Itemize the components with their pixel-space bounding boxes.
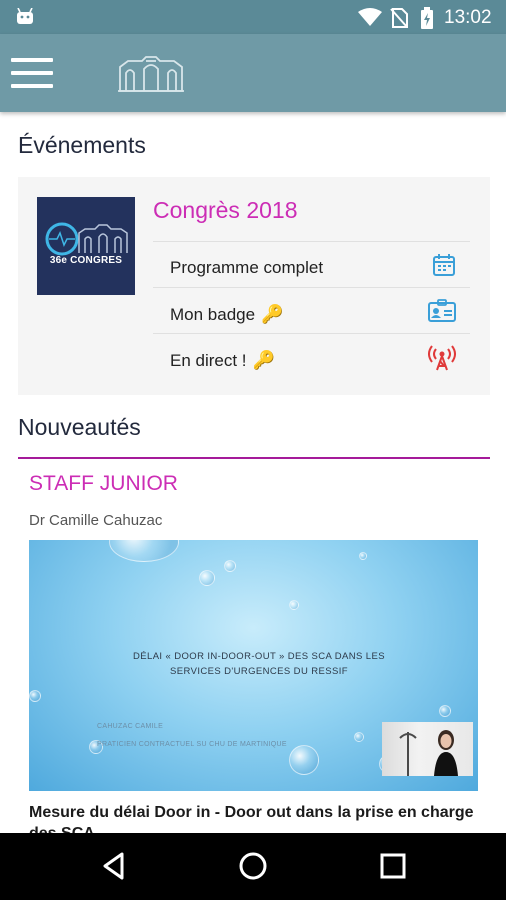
no-sim-icon [390, 8, 408, 28]
live-link-label: En direct ! [170, 351, 247, 370]
events-heading: Événements [18, 132, 146, 158]
program-link-label: Programme complet [170, 258, 324, 277]
home-button[interactable] [238, 851, 268, 881]
coat-rack-icon [399, 732, 417, 776]
thumbnail-caption: 36e CONGRES [49, 255, 123, 266]
status-bar: 13:02 [0, 0, 506, 34]
wifi-icon [358, 8, 382, 26]
slide-role: PRATICIEN CONTRACTUEL SU CHU DE MARTINIQ… [97, 741, 287, 748]
speaker-avatar [434, 730, 458, 776]
slide-author: CAHUZAC CAMILE [97, 723, 164, 730]
android-icon [17, 8, 33, 24]
news-divider [18, 457, 490, 459]
event-links: Programme complet Mon badge 🔑 En direct ! [153, 241, 470, 379]
live-link[interactable]: En direct ! 🔑 [153, 333, 470, 379]
hamburger-menu-icon[interactable] [11, 58, 53, 88]
recents-button[interactable] [380, 853, 406, 879]
building-logo[interactable] [116, 53, 186, 93]
event-title[interactable]: Congrès 2018 [153, 197, 298, 224]
calendar-icon [433, 254, 455, 276]
congress-thumbnail[interactable]: 36e CONGRES [37, 197, 135, 295]
app-bar [0, 34, 506, 112]
congress-logo-icon [45, 222, 128, 256]
slide-title-line1: DÉLAI « DOOR IN-DOOR-OUT » DES SCA DANS … [133, 651, 385, 662]
event-card[interactable]: 36e CONGRES Congrès 2018 Programme compl… [18, 177, 490, 395]
key-icon: 🔑 [252, 350, 275, 370]
key-icon: 🔑 [261, 304, 284, 324]
speaker-webcam [382, 722, 473, 776]
back-button[interactable] [100, 851, 128, 881]
badge-link[interactable]: Mon badge 🔑 [153, 287, 470, 333]
system-nav-bar [0, 833, 506, 900]
news-author: Dr Camille Cahuzac [29, 512, 163, 529]
slide-title-line2: SERVICES D'URGENCES DU RESSIF [170, 666, 348, 677]
battery-icon [421, 7, 433, 29]
broadcast-tower-icon [428, 345, 456, 371]
news-video-thumbnail[interactable]: DÉLAI « DOOR IN-DOOR-OUT » DES SCA DANS … [29, 540, 478, 791]
news-category[interactable]: STAFF JUNIOR [29, 472, 178, 496]
news-heading: Nouveautés [18, 414, 141, 440]
badge-link-label: Mon badge [170, 305, 256, 324]
status-time: 13:02 [444, 7, 492, 28]
id-badge-icon [428, 299, 456, 322]
program-link[interactable]: Programme complet [153, 241, 470, 287]
